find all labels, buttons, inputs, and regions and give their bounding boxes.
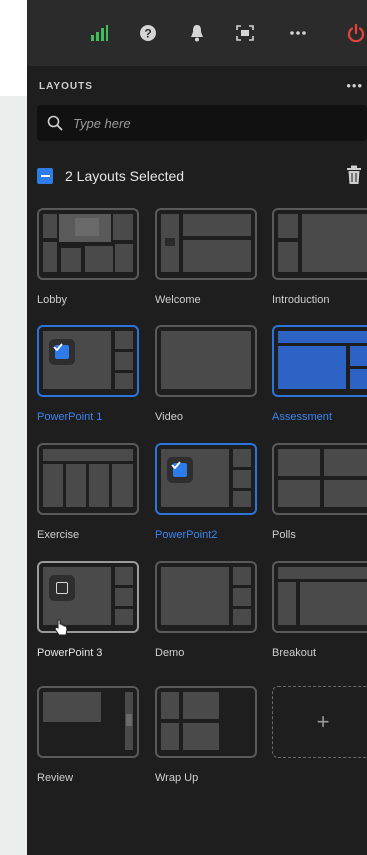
layout-label: PowerPoint 1 (37, 411, 103, 423)
layout-label: Review (37, 772, 74, 784)
more-icon[interactable] (287, 22, 309, 44)
layout-tile-assessment[interactable] (272, 325, 367, 397)
layout-label: Lobby (37, 294, 67, 306)
power-icon[interactable] (345, 22, 367, 44)
layout-tile-breakout[interactable] (272, 561, 367, 633)
layout-label: Welcome (155, 294, 201, 306)
layouts-panel: ? LAYOUTS ••• 2 Layouts Selected Lobby W… (27, 0, 367, 855)
trash-icon[interactable] (346, 165, 362, 190)
layout-tile-demo[interactable] (155, 561, 257, 633)
layout-tile-video[interactable] (155, 325, 257, 397)
add-layout-button[interactable]: + (272, 686, 367, 758)
signal-icon[interactable] (89, 22, 109, 44)
layout-label: Polls (272, 529, 296, 541)
layout-tile-powerpoint-1[interactable] (37, 325, 139, 397)
layout-label: PowerPoint 3 (37, 647, 103, 659)
layout-tile-introduction[interactable] (272, 208, 367, 280)
selected-checkbox[interactable] (167, 457, 193, 483)
selection-row: 2 Layouts Selected (37, 165, 367, 187)
hand-cursor-icon (54, 619, 68, 636)
layout-label: Introduction (272, 294, 330, 306)
help-icon[interactable]: ? (137, 22, 159, 44)
screen-capture-icon[interactable] (233, 22, 257, 44)
layouts-more-button[interactable]: ••• (346, 78, 363, 93)
layout-tile-lobby[interactable] (37, 208, 139, 280)
layout-label: Demo (155, 647, 185, 659)
plus-icon: + (316, 709, 330, 734)
selected-checkbox[interactable] (49, 339, 75, 365)
layout-label: Exercise (37, 529, 80, 541)
svg-text:?: ? (144, 27, 151, 41)
layout-label: Assessment (272, 411, 332, 423)
top-toolbar: ? (27, 0, 367, 66)
layout-label: Wrap Up (155, 772, 199, 784)
search-input[interactable] (71, 114, 335, 132)
bell-icon[interactable] (187, 22, 207, 44)
select-all-checkbox[interactable] (37, 168, 53, 184)
layout-label: Breakout (272, 647, 317, 659)
layout-tile-powerpoint2[interactable] (155, 443, 257, 515)
layouts-header: LAYOUTS (39, 81, 93, 92)
unselected-checkbox[interactable] (49, 575, 75, 601)
selection-count-label: 2 Layouts Selected (65, 168, 185, 184)
layout-label: Video (155, 411, 183, 423)
layout-tile-welcome[interactable] (155, 208, 257, 280)
layout-tile-review[interactable] (37, 686, 139, 758)
layout-tile-wrap-up[interactable] (155, 686, 257, 758)
layout-tile-exercise[interactable] (37, 443, 139, 515)
layout-label: PowerPoint2 (155, 529, 218, 541)
layout-tile-polls[interactable] (272, 443, 367, 515)
search-icon (47, 115, 63, 131)
page-background (0, 96, 30, 855)
layout-tile-powerpoint-3[interactable] (37, 561, 139, 636)
search-box[interactable] (37, 105, 367, 141)
